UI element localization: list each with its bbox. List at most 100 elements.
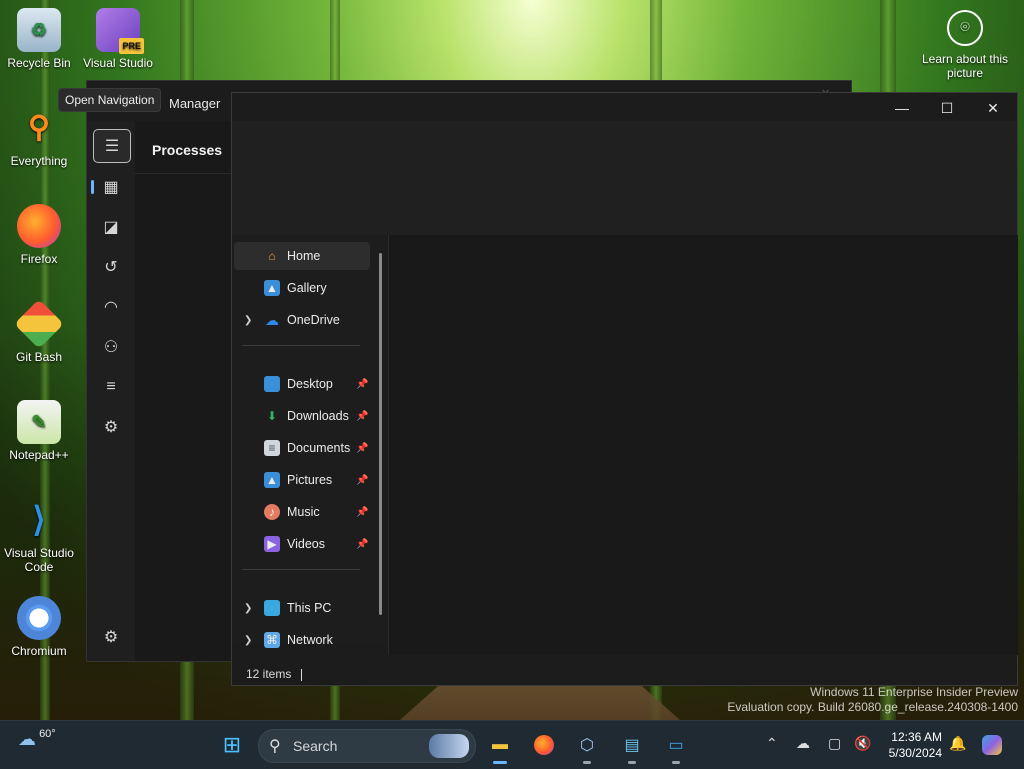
desktop-icon-notepad-plus-plus[interactable]: ✎ Notepad++ [1, 400, 77, 462]
volume-muted-icon[interactable]: 🔇 [854, 735, 871, 752]
nav-item-label: Home [287, 249, 321, 263]
visual-studio-icon: PRE [96, 8, 144, 54]
nav-item-label: Desktop [287, 377, 333, 391]
notification-bell-icon[interactable]: 🔔 [949, 735, 966, 752]
nav-item-label: Network [287, 633, 333, 647]
nav-item-label: OneDrive [287, 313, 340, 327]
nav-item-onedrive[interactable]: ❯ ☁ OneDrive [234, 306, 370, 334]
chevron-up-icon[interactable]: ⌃ [766, 735, 778, 752]
desktop-icon-label: Chromium [11, 644, 67, 658]
camera-location-icon: ⌾ [947, 10, 983, 46]
chevron-right-icon[interactable]: ❯ [244, 635, 252, 646]
desktop-icon-visual-studio[interactable]: PRE Visual Studio 2022 P... [80, 8, 156, 70]
documents-icon: ≡ [264, 440, 280, 456]
downloads-icon: ⬇ [266, 409, 278, 423]
nav-item-documents[interactable]: ≡ Documents 📌 [234, 434, 370, 462]
onedrive-tray-icon[interactable]: ☁ [796, 735, 810, 752]
explorer-toolbar-area [232, 121, 1017, 235]
chromium-icon [17, 596, 61, 640]
weather-temperature: 60° [39, 728, 56, 740]
clock-time: 12:36 AM [891, 730, 942, 744]
desktop-icon-label: Git Bash [15, 350, 63, 364]
photos-icon: ▭ [668, 737, 684, 754]
details-icon[interactable]: ≡ [93, 371, 129, 403]
network-tray-icon[interactable]: ▢ [828, 735, 841, 752]
taskbar-virtualbox[interactable]: ⬡ [571, 729, 603, 764]
taskbar-firefox[interactable] [528, 729, 560, 761]
onedrive-icon: ☁ [265, 311, 279, 328]
nav-item-videos[interactable]: ▶ Videos 📌 [234, 530, 370, 558]
users-icon[interactable]: ⚇ [93, 331, 129, 363]
file-list-area[interactable] [388, 235, 1018, 655]
desktop-icon-recycle-bin[interactable]: ♻ Recycle Bin [1, 8, 77, 70]
status-bar: 12 items [246, 667, 303, 681]
this-pc-icon [264, 600, 280, 616]
pin-icon: 📌 [356, 538, 369, 550]
desktop-icon-vscode[interactable]: ⟩ Visual Studio Code [1, 498, 77, 574]
task-manager-title: Manager [169, 96, 221, 111]
minimize-icon[interactable]: — [882, 97, 922, 119]
taskbar-file-explorer[interactable]: ▬ [484, 729, 516, 764]
nav-divider [242, 345, 360, 346]
nav-item-label: This PC [287, 601, 332, 615]
pin-icon: 📌 [356, 410, 369, 422]
videos-icon: ▶ [264, 536, 280, 552]
app-history-icon[interactable]: ↺ [93, 251, 129, 283]
nav-item-label: Music [287, 505, 320, 519]
nav-item-label: Videos [287, 537, 325, 551]
close-icon[interactable]: ✕ [973, 97, 1013, 119]
explorer-titlebar[interactable]: — ☐ ✕ [232, 93, 1017, 121]
taskbar-photos[interactable]: ▭ [660, 729, 692, 764]
taskbar-task-manager[interactable]: ▤ [616, 729, 648, 764]
file-explorer-window: — ☐ ✕ ⌂ Home ▲ Gallery ❯ ☁ OneDrive Desk… [231, 92, 1018, 686]
startup-icon[interactable]: ◠ [93, 291, 129, 323]
search-icon: ⚲ [269, 738, 281, 755]
nav-scrollbar[interactable] [379, 253, 382, 615]
nav-item-this-pc[interactable]: ❯ This PC [234, 594, 370, 622]
clock-date: 5/30/2024 [888, 746, 942, 760]
pin-icon: 📌 [356, 474, 369, 486]
gallery-icon: ▲ [264, 280, 280, 296]
learn-about-picture[interactable]: ⌾ Learn about this picture [920, 10, 1010, 80]
copilot-button[interactable] [976, 729, 1008, 761]
pin-icon: 📌 [356, 506, 369, 518]
chevron-right-icon[interactable]: ❯ [244, 603, 252, 614]
nav-item-network[interactable]: ❯ ⌘ Network [234, 626, 370, 654]
processes-icon[interactable]: ▦ [91, 171, 129, 203]
start-button[interactable]: ⊞ [216, 729, 248, 761]
nav-item-downloads[interactable]: ⬇ Downloads 📌 [234, 402, 370, 430]
nav-item-music[interactable]: ♪ Music 📌 [234, 498, 370, 526]
maximize-icon[interactable]: ☐ [927, 97, 967, 119]
nav-item-pictures[interactable]: ▲ Pictures 📌 [234, 466, 370, 494]
nav-item-home[interactable]: ⌂ Home [234, 242, 370, 270]
watermark-line: Evaluation copy. Build 26080.ge_release.… [727, 700, 1018, 714]
nav-item-gallery[interactable]: ▲ Gallery [234, 274, 370, 302]
running-indicator [672, 761, 680, 764]
running-indicator [583, 761, 591, 764]
network-icon: ⌘ [264, 632, 280, 648]
weather-cloud-icon: ☁ [18, 729, 36, 749]
desktop-icon-chromium[interactable]: Chromium [1, 596, 77, 658]
hamburger-icon[interactable]: ☰ [93, 129, 131, 163]
desktop-icon-label: Visual Studio 2022 P... [83, 56, 153, 70]
performance-icon[interactable]: ◪ [93, 211, 129, 243]
running-indicator [628, 761, 636, 764]
nav-item-label: Gallery [287, 281, 327, 295]
system-clock[interactable]: 12:36 AM 5/30/2024 [884, 729, 942, 761]
settings-icon[interactable]: ⚙ [93, 621, 129, 653]
item-count: 12 items [246, 667, 292, 681]
taskbar-search[interactable]: ⚲ Search [258, 729, 476, 763]
desktop-icon-label: Notepad++ [9, 448, 69, 462]
desktop-icon-label: Firefox [20, 252, 58, 266]
chevron-right-icon[interactable]: ❯ [244, 315, 252, 326]
preview-badge: PRE [119, 38, 144, 54]
copilot-icon [982, 735, 1002, 755]
task-manager-icon: ▤ [624, 737, 640, 754]
weather-widget[interactable]: ☁ 60° [18, 728, 56, 750]
desktop-icon-git-bash[interactable]: Git Bash [1, 299, 77, 364]
desktop-icon-firefox[interactable]: Firefox [1, 204, 77, 266]
nav-item-desktop[interactable]: Desktop 📌 [234, 370, 370, 398]
services-icon[interactable]: ⚙ [93, 411, 129, 443]
desktop-icon-everything[interactable]: ⚲ Everything [1, 106, 77, 169]
watermark-line: Windows 11 Enterprise Insider Preview [810, 685, 1018, 699]
